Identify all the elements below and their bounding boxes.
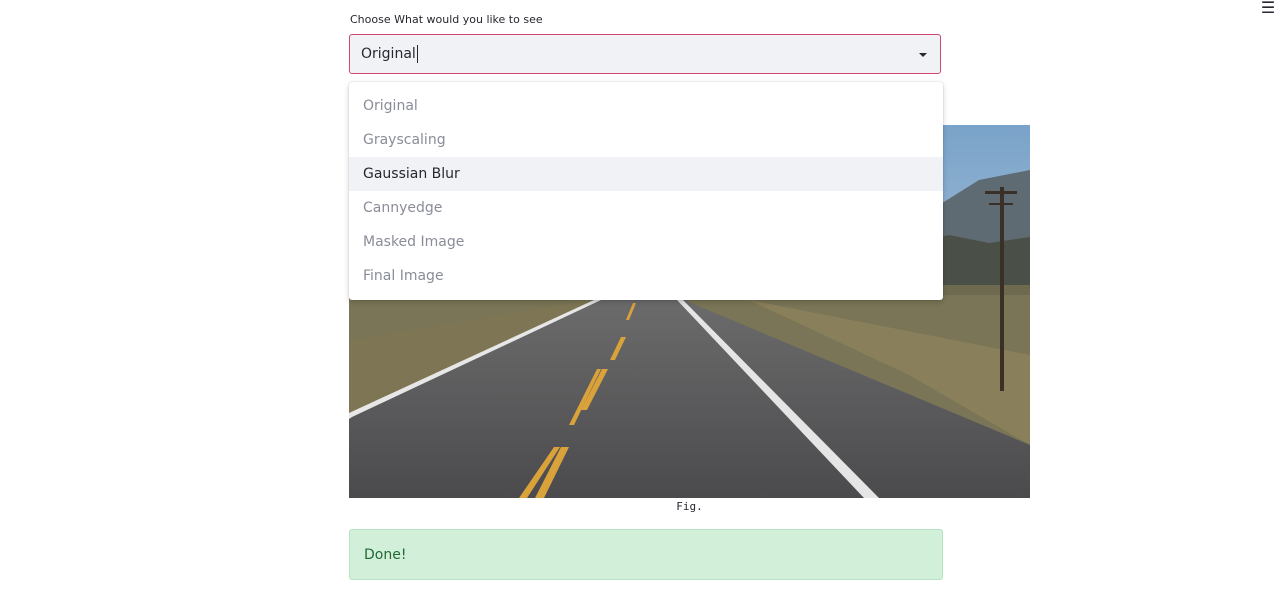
select-label: Choose What would you like to see	[350, 13, 543, 26]
select-value: Original	[361, 46, 416, 62]
hamburger-menu-icon[interactable]: ☰	[1258, 0, 1278, 18]
option-cannyedge[interactable]: Cannyedge	[349, 191, 943, 225]
page: ☰ Choose What would you like to see Orig…	[0, 0, 1280, 593]
option-final-image[interactable]: Final Image	[349, 259, 943, 293]
figure-caption: Fig.	[676, 500, 703, 513]
chevron-down-icon[interactable]	[919, 53, 927, 57]
text-caret	[416, 45, 418, 63]
option-masked-image[interactable]: Masked Image	[349, 225, 943, 259]
select-dropdown: Original Grayscaling Gaussian Blur Canny…	[349, 82, 943, 300]
success-alert: Done!	[349, 529, 943, 580]
alert-message: Done!	[364, 546, 407, 563]
option-original[interactable]: Original	[349, 89, 943, 123]
option-gaussian-blur[interactable]: Gaussian Blur	[349, 157, 943, 191]
option-grayscaling[interactable]: Grayscaling	[349, 123, 943, 157]
view-select[interactable]: Original	[349, 34, 941, 74]
